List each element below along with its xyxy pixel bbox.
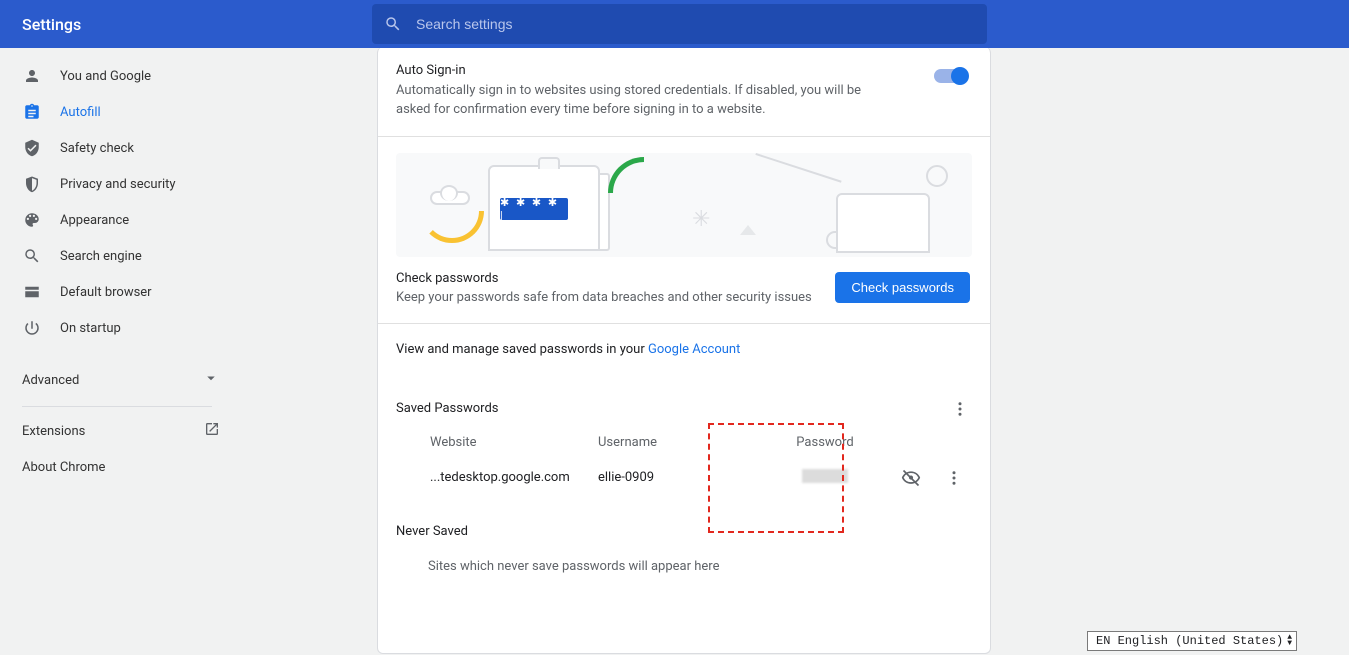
settings-header: Settings [0,0,1349,48]
password-row-site: ...tedesktop.google.com [430,470,598,485]
search-icon [384,15,402,33]
settings-sidebar: You and Google Autofill Safety check Pri… [0,48,234,655]
browser-icon [22,282,42,302]
illustration-password-box: ✱ ✱ ✱ ✱ | [500,198,568,220]
sidebar-advanced-label: Advanced [22,373,79,388]
check-passwords-title: Check passwords [396,271,812,286]
language-indicator[interactable]: EN English (United States) ▲▼ [1087,631,1297,651]
auto-signin-desc: Automatically sign in to websites using … [396,82,866,120]
sidebar-item-about[interactable]: About Chrome [0,449,234,485]
auto-signin-title: Auto Sign-in [396,63,866,78]
assignment-icon [22,102,42,122]
never-saved-label: Never Saved [378,500,990,549]
sidebar-item-label: Safety check [60,141,134,156]
password-row[interactable]: ...tedesktop.google.com ellie-0909 [378,456,990,500]
sidebar-item-label: Autofill [60,105,101,120]
sidebar-item-label: Privacy and security [60,177,176,192]
palette-icon [22,210,42,230]
page-title: Settings [22,15,372,34]
sidebar-item-on-startup[interactable]: On startup [0,310,234,346]
sidebar-item-default-browser[interactable]: Default browser [0,274,234,310]
search-settings[interactable] [372,4,987,44]
auto-signin-row: Auto Sign-in Automatically sign in to we… [378,48,990,137]
view-manage-prefix: View and manage saved passwords in your [396,342,648,357]
check-passwords-row: Check passwords Keep your passwords safe… [378,257,990,324]
sidebar-item-autofill[interactable]: Autofill [0,94,234,130]
language-indicator-label: EN English (United States) [1096,634,1283,648]
password-row-password [764,469,886,487]
sidebar-item-label: Search engine [60,249,142,264]
sidebar-item-privacy[interactable]: Privacy and security [0,166,234,202]
divider [22,406,212,407]
saved-passwords-menu-button[interactable] [948,397,972,421]
auto-signin-toggle[interactable] [934,69,966,83]
power-icon [22,318,42,338]
sidebar-about-label: About Chrome [22,460,105,475]
google-account-link[interactable]: Google Account [648,342,740,357]
person-icon [22,66,42,86]
sidebar-extensions-label: Extensions [22,424,85,439]
col-password: Password [764,435,886,450]
search-icon [22,246,42,266]
sidebar-item-label: Default browser [60,285,152,300]
settings-content-card: Auto Sign-in Automatically sign in to we… [377,48,991,654]
view-manage-row: View and manage saved passwords in your … [378,324,990,375]
check-passwords-desc: Keep your passwords safe from data breac… [396,290,812,305]
show-password-button[interactable] [886,468,936,488]
sidebar-item-you-and-google[interactable]: You and Google [0,58,234,94]
col-username: Username [598,435,764,450]
chevron-down-icon [202,369,220,391]
shield-icon [22,174,42,194]
check-passwords-button[interactable]: Check passwords [835,272,970,303]
sidebar-item-extensions[interactable]: Extensions [0,413,234,449]
sidebar-advanced-toggle[interactable]: Advanced [0,360,234,400]
password-row-menu-button[interactable] [936,466,972,490]
search-input[interactable] [416,16,975,32]
password-table-header: Website Username Password [378,429,990,456]
sidebar-item-appearance[interactable]: Appearance [0,202,234,238]
password-row-username: ellie-0909 [598,470,764,485]
sidebar-item-label: You and Google [60,69,151,84]
password-illustration: ✱ ✱ ✱ ✱ | ✳ [396,153,972,257]
sidebar-item-label: On startup [60,321,121,336]
never-saved-empty: Sites which never save passwords will ap… [378,549,990,584]
saved-passwords-label: Saved Passwords [396,401,499,416]
sidebar-item-safety-check[interactable]: Safety check [0,130,234,166]
sidebar-item-label: Appearance [60,213,129,228]
open-in-new-icon [204,421,220,441]
verified-icon [22,138,42,158]
sidebar-item-search-engine[interactable]: Search engine [0,238,234,274]
col-website: Website [430,435,598,450]
dropdown-arrows-icon: ▲▼ [1287,635,1292,647]
